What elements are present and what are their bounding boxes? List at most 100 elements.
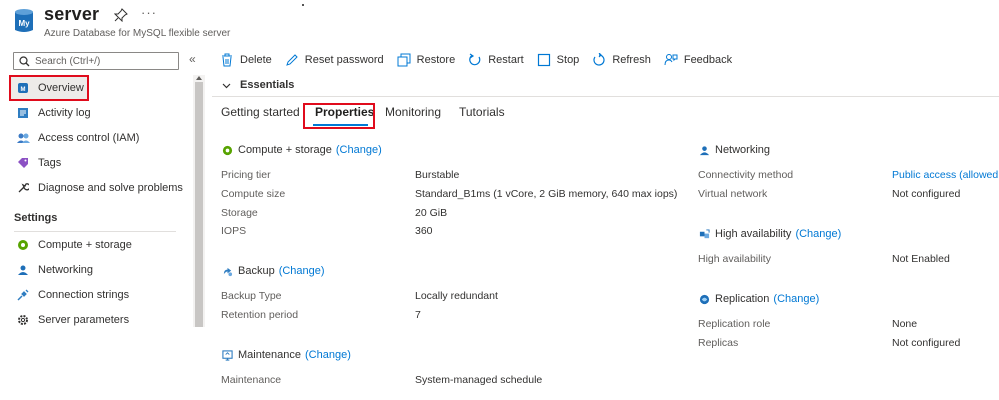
svg-text:M: M xyxy=(21,87,26,93)
compute-storage-header: Compute + storage (Change) xyxy=(221,144,382,156)
sidebar-item-diagnose[interactable]: Diagnose and solve problems xyxy=(10,176,192,200)
property-label: High availability xyxy=(698,253,771,265)
backup-header: Backup (Change) xyxy=(221,265,325,277)
sidebar-item-compute-storage[interactable]: Compute + storage xyxy=(10,233,192,257)
section-divider xyxy=(14,231,176,232)
restart-icon xyxy=(469,53,481,66)
restore-icon xyxy=(397,53,411,67)
property-label: Storage xyxy=(221,207,258,219)
pencil-icon xyxy=(286,54,298,66)
property-value: System-managed schedule xyxy=(415,374,543,386)
sidebar-item-label: Access control (IAM) xyxy=(38,132,140,144)
networking-icon xyxy=(16,263,30,277)
reset-password-button[interactable]: Reset password xyxy=(285,53,384,67)
restart-button[interactable]: Restart xyxy=(468,53,524,67)
feedback-button[interactable]: Feedback xyxy=(664,53,732,67)
people-icon xyxy=(16,131,30,145)
section-title: Maintenance xyxy=(238,349,301,361)
refresh-button[interactable]: Refresh xyxy=(592,53,651,67)
essentials-toggle[interactable]: Essentials xyxy=(222,79,294,91)
sidebar-item-access-control[interactable]: Access control (IAM) xyxy=(10,126,192,150)
replication-icon xyxy=(698,293,710,305)
property-value: Standard_B1ms (1 vCore, 2 GiB memory, 64… xyxy=(415,188,678,200)
tab-tutorials[interactable]: Tutorials xyxy=(459,105,505,119)
maintenance-header: Maintenance (Change) xyxy=(221,349,351,361)
property-value: 360 xyxy=(415,225,433,237)
tab-monitoring[interactable]: Monitoring xyxy=(385,105,441,119)
maintenance-icon xyxy=(221,349,233,361)
property-label: Retention period xyxy=(221,309,299,321)
sidebar-item-tags[interactable]: Tags xyxy=(10,151,192,175)
sidebar-item-label: Activity log xyxy=(38,107,91,119)
mysql-icon: M xyxy=(16,81,30,95)
tab-getting-started[interactable]: Getting started xyxy=(221,105,300,119)
section-title: Compute + storage xyxy=(238,144,332,156)
section-title: Replication xyxy=(715,293,770,305)
pin-icon[interactable] xyxy=(114,8,128,22)
stop-icon xyxy=(537,53,550,67)
sidebar-item-server-parameters[interactable]: Server parameters xyxy=(10,308,192,332)
chevron-down-icon xyxy=(222,83,231,88)
sidebar-item-connection-strings[interactable]: Connection strings xyxy=(10,283,192,307)
property-value: None xyxy=(892,318,918,330)
section-title: Backup xyxy=(238,265,275,277)
section-title: High availability xyxy=(715,228,792,240)
backup-icon xyxy=(221,265,233,277)
high-availability-change-link[interactable]: (Change) xyxy=(795,228,841,240)
activity-log-icon xyxy=(16,106,30,120)
property-value: Not configured xyxy=(892,188,961,200)
sidebar-item-activity-log[interactable]: Activity log xyxy=(10,101,192,125)
settings-section-label: Settings xyxy=(14,212,58,224)
sidebar-item-overview[interactable]: M Overview xyxy=(9,75,89,101)
gear-icon xyxy=(16,313,30,327)
page-header: My server ··· Azure Database for MySQL f… xyxy=(0,0,999,44)
section-title: Networking xyxy=(715,144,771,156)
refresh-icon xyxy=(593,53,605,66)
sidebar-item-label: Compute + storage xyxy=(38,239,132,251)
scroll-up-arrow[interactable] xyxy=(196,76,202,80)
compute-icon xyxy=(221,144,233,156)
compute-change-link[interactable]: (Change) xyxy=(336,144,382,156)
networking-header: Networking xyxy=(698,144,770,156)
sidebar-scrollbar[interactable] xyxy=(193,75,205,327)
replication-header: Replication (Change) xyxy=(698,293,819,305)
backup-change-link[interactable]: (Change) xyxy=(279,265,325,277)
sidebar-item-label: Tags xyxy=(38,157,62,169)
stop-button[interactable]: Stop xyxy=(537,53,580,67)
stop-label: Stop xyxy=(556,54,580,66)
replication-change-link[interactable]: (Change) xyxy=(773,293,819,305)
restore-button[interactable]: Restore xyxy=(397,53,455,67)
plug-icon xyxy=(16,288,30,302)
reset-password-label: Reset password xyxy=(304,54,384,66)
restart-label: Restart xyxy=(488,54,524,66)
networking-icon xyxy=(698,144,710,156)
page-subtitle: Azure Database for MySQL flexible server xyxy=(44,28,231,39)
maintenance-change-link[interactable]: (Change) xyxy=(305,349,351,361)
collapse-sidebar-icon[interactable]: « xyxy=(189,52,196,66)
property-label: Connectivity method xyxy=(698,169,794,181)
more-options-icon[interactable]: ··· xyxy=(141,5,157,20)
feedback-icon xyxy=(664,54,678,66)
property-label: Compute size xyxy=(221,188,286,200)
property-value: Locally redundant xyxy=(415,290,498,302)
search-icon xyxy=(19,55,30,66)
sidebar-item-networking[interactable]: Networking xyxy=(10,258,192,282)
tag-icon xyxy=(16,156,30,170)
scrollbar-thumb[interactable] xyxy=(195,82,203,327)
property-label: Maintenance xyxy=(221,374,282,386)
search-input[interactable]: Search (Ctrl+/) xyxy=(13,52,179,70)
sidebar-item-label: Overview xyxy=(38,82,84,94)
property-label: Virtual network xyxy=(698,188,768,200)
property-label: Replication role xyxy=(698,318,771,330)
delete-button[interactable]: Delete xyxy=(220,53,272,67)
trash-icon xyxy=(222,53,232,67)
property-value: Not Enabled xyxy=(892,253,950,265)
connectivity-method-link[interactable]: Public access (allowed IP xyxy=(892,169,999,181)
property-label: IOPS xyxy=(221,225,247,237)
mysql-server-icon: My xyxy=(15,9,33,32)
search-placeholder: Search (Ctrl+/) xyxy=(35,55,101,67)
page-title: server xyxy=(44,4,100,24)
property-label: Replicas xyxy=(698,337,739,349)
high-availability-icon xyxy=(698,228,710,240)
feedback-label: Feedback xyxy=(683,54,733,66)
